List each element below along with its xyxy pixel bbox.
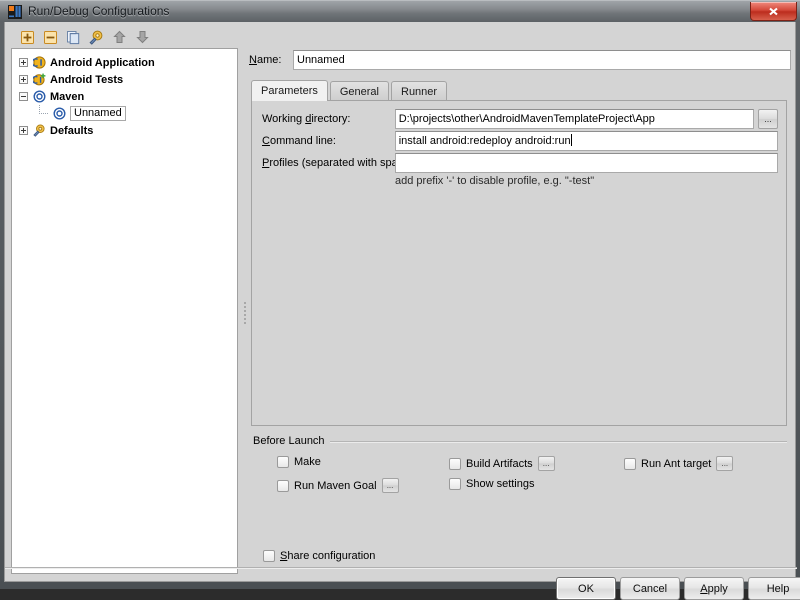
expander-plus-icon[interactable] [18,74,29,85]
close-icon[interactable] [750,2,797,21]
expander-plus-icon[interactable] [18,57,29,68]
maven-icon [32,90,46,104]
command-line-label: Command line: [262,135,336,147]
name-input[interactable]: Unnamed [293,50,791,70]
expander-plus-icon[interactable] [18,125,29,136]
before-launch-show-settings-row[interactable]: Show settings [449,478,534,490]
configurations-tree[interactable]: Android Application Android Tests Maven … [11,48,238,574]
tree-item-android-application[interactable]: Android Application [12,54,237,71]
share-configuration-label: Share configuration [280,550,376,562]
share-configuration-row[interactable]: Share configuration [263,550,375,562]
command-line-row: Command line: install android:redeploy a… [262,131,778,151]
before-launch-separator [253,441,787,443]
profiles-input[interactable] [395,153,778,173]
window-titlebar[interactable]: Run/Debug Configurations [0,0,800,22]
before-launch-make-row[interactable]: Make [277,456,321,468]
tree-item-unnamed[interactable]: Unnamed [12,105,237,122]
tab-runner[interactable]: Runner [391,81,448,101]
android-tests-icon [32,73,46,87]
run-maven-goal-browse-button[interactable]: ... [381,478,399,493]
share-configuration-checkbox[interactable] [263,550,275,562]
profiles-label: Profiles (separated with space): [262,157,417,169]
tree-branch-line [38,105,49,119]
build-artifacts-checkbox[interactable] [449,457,461,470]
tab-general[interactable]: General [329,81,389,101]
run-ant-target-label: Run Ant target [641,457,712,470]
tree-item-label: Android Tests [50,73,124,86]
before-launch-run-ant-target-row[interactable]: Run Ant target ... [624,456,734,471]
maven-config-icon [52,107,66,121]
name-row: Name: Unnamed [249,50,791,70]
run-debug-configurations-window: Run/Debug Configurations Android Applica… [0,0,800,600]
make-checkbox[interactable] [277,456,289,468]
dialog-client-area: Android Application Android Tests Maven … [4,22,800,600]
footer-separator [5,567,797,569]
show-settings-checkbox[interactable] [449,478,461,490]
run-ant-target-checkbox[interactable] [624,457,636,470]
defaults-icon [32,124,46,138]
before-launch-title: Before Launch [253,435,330,447]
working-directory-input[interactable]: D:\projects\other\AndroidMavenTemplatePr… [394,109,755,129]
tab-parameters[interactable]: Parameters [251,80,328,101]
add-configuration-button[interactable] [17,27,37,47]
configuration-editor-pane: Name: Unnamed Parameters General Runner … [249,26,791,574]
command-line-input[interactable]: install android:redeploy android:run [394,131,778,151]
working-directory-browse-button[interactable]: ... [758,109,778,129]
tree-item-label: Defaults [50,124,94,137]
working-directory-row: Working directory: D:\projects\other\And… [262,109,778,129]
before-launch-run-maven-goal-row[interactable]: Run Maven Goal ... [277,478,399,493]
pane-splitter[interactable] [241,46,249,574]
name-label: Name: [249,54,282,66]
working-directory-label: Working directory: [262,113,351,125]
window-title: Run/Debug Configurations [28,4,170,18]
make-label: Make [294,456,321,468]
command-line-value: install android:redeploy android:run [398,135,571,147]
profiles-hint: add prefix '-' to disable profile, e.g. … [395,175,595,187]
arrow-down-icon[interactable] [132,27,152,47]
tree-item-label: Maven [50,90,85,103]
arrow-up-icon[interactable] [109,27,129,47]
intellij-idea-icon [8,5,22,19]
copy-configuration-button[interactable] [63,27,83,47]
parameters-tab-panel: Working directory: D:\projects\other\And… [251,100,787,426]
configuration-toolbar [11,26,238,48]
run-ant-target-browse-button[interactable]: ... [716,456,734,471]
splitter-grip-icon [243,300,247,324]
android-application-icon [32,56,46,70]
remove-configuration-button[interactable] [40,27,60,47]
tabstrip: Parameters General Runner [251,80,449,101]
tree-item-android-tests[interactable]: Android Tests [12,71,237,88]
tree-item-label: Unnamed [70,106,126,121]
tree-item-maven[interactable]: Maven [12,88,237,105]
expander-minus-icon[interactable] [18,91,29,102]
build-artifacts-label: Build Artifacts [466,457,533,470]
run-maven-goal-checkbox[interactable] [277,479,289,492]
tree-item-defaults[interactable]: Defaults [12,122,237,139]
profiles-row: Profiles (separated with space): [262,153,778,173]
text-caret [570,134,572,146]
build-artifacts-browse-button[interactable]: ... [537,456,555,471]
configurations-pane: Android Application Android Tests Maven … [11,26,238,574]
show-settings-label: Show settings [466,478,535,490]
wrench-icon[interactable] [86,27,106,47]
run-maven-goal-label: Run Maven Goal [294,479,377,492]
tree-item-label: Android Application [50,56,155,69]
before-launch-build-artifacts-row[interactable]: Build Artifacts ... [449,456,555,471]
